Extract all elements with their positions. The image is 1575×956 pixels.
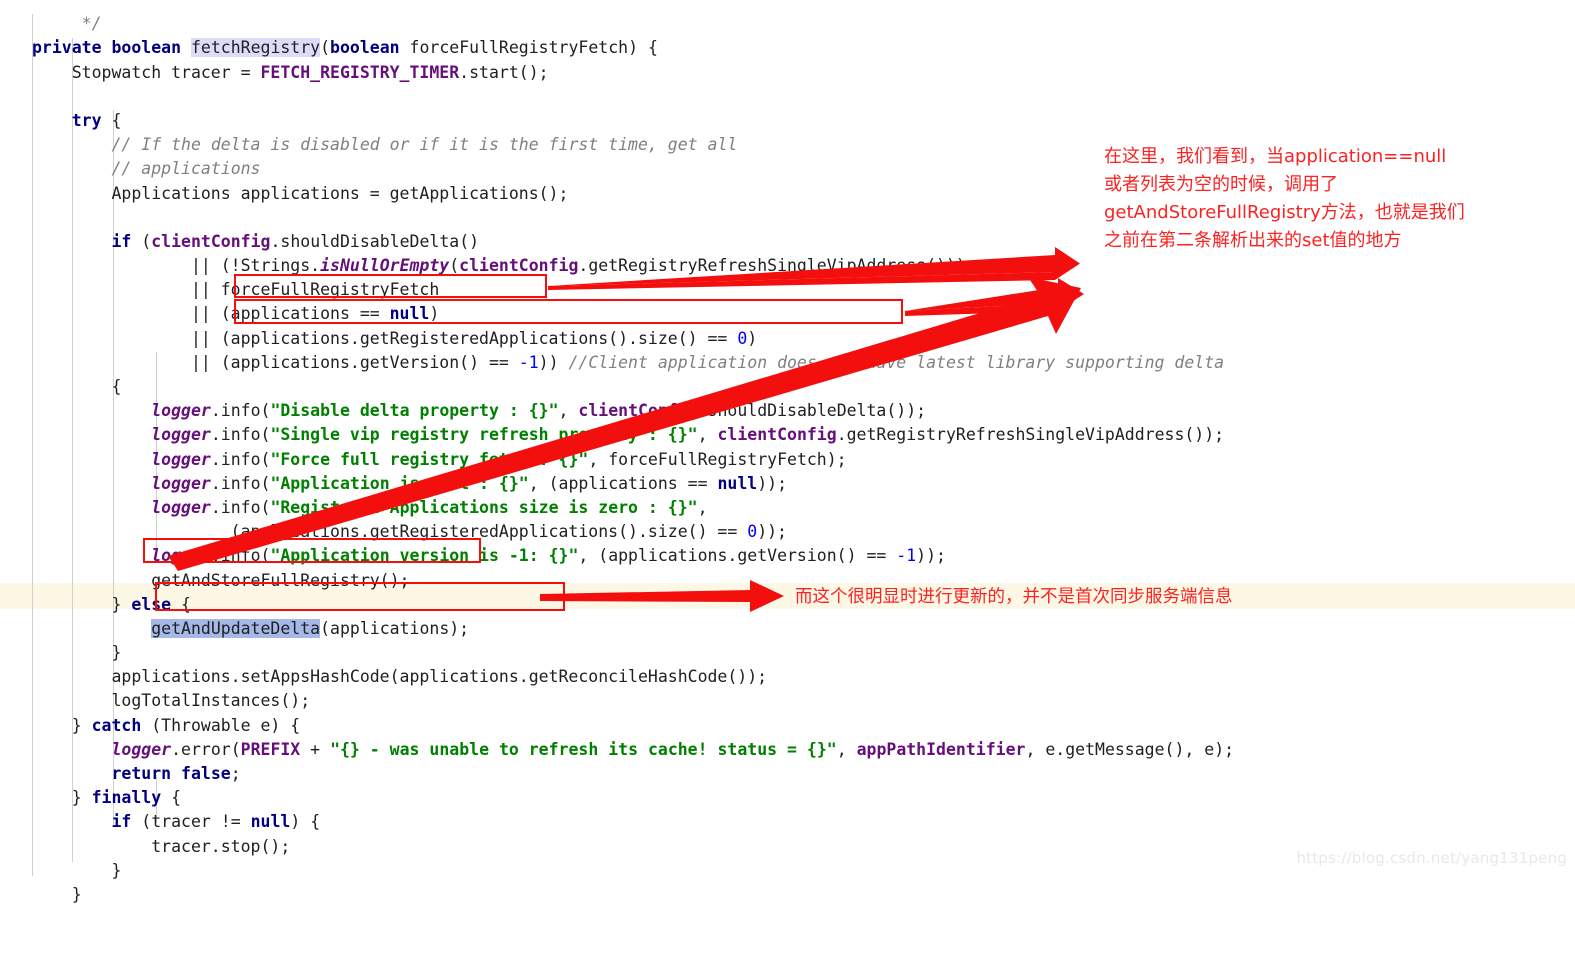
code-line[interactable]: logger.info("Force full registry fetch :… [0, 448, 1575, 472]
code-text[interactable]: */private boolean fetchRegistry(boolean … [0, 0, 1575, 956]
code-line[interactable] [0, 85, 1575, 109]
code-line[interactable]: logger.info("Single vip registry refresh… [0, 423, 1575, 447]
code-line[interactable]: } [0, 883, 1575, 907]
code-line[interactable]: || (!Strings.isNullOrEmpty(clientConfig.… [0, 254, 1575, 278]
code-line[interactable]: } else { [0, 593, 1575, 617]
code-line[interactable]: try { [0, 109, 1575, 133]
code-line[interactable]: logger.info("Registered Applications siz… [0, 496, 1575, 520]
watermark: https://blog.csdn.net/yang131peng [1296, 849, 1567, 867]
code-line[interactable] [0, 206, 1575, 230]
code-line[interactable]: // applications [0, 157, 1575, 181]
code-line[interactable]: Stopwatch tracer = FETCH_REGISTRY_TIMER.… [0, 61, 1575, 85]
code-line[interactable]: Applications applications = getApplicati… [0, 182, 1575, 206]
code-line[interactable]: } catch (Throwable e) { [0, 714, 1575, 738]
code-line[interactable]: private boolean fetchRegistry(boolean fo… [0, 36, 1575, 60]
code-line[interactable]: logger.info("Application version is -1: … [0, 544, 1575, 568]
code-line[interactable]: } finally { [0, 786, 1575, 810]
code-line[interactable]: getAndStoreFullRegistry(); [0, 569, 1575, 593]
code-line[interactable]: if (tracer != null) { [0, 810, 1575, 834]
code-line[interactable]: return false; [0, 762, 1575, 786]
code-line[interactable]: logger.info("Disable delta property : {}… [0, 399, 1575, 423]
code-line[interactable]: || (applications == null) [0, 302, 1575, 326]
code-line[interactable]: } [0, 641, 1575, 665]
code-line[interactable]: if (clientConfig.shouldDisableDelta() [0, 230, 1575, 254]
code-line[interactable]: || (applications.getRegisteredApplicatio… [0, 327, 1575, 351]
code-line[interactable]: logger.info("Application is null : {}", … [0, 472, 1575, 496]
code-line[interactable]: || forceFullRegistryFetch [0, 278, 1575, 302]
code-line[interactable]: logTotalInstances(); [0, 689, 1575, 713]
code-line[interactable]: // If the delta is disabled or if it is … [0, 133, 1575, 157]
code-line[interactable]: */ [0, 12, 1575, 36]
code-line[interactable]: getAndUpdateDelta(applications); [0, 617, 1575, 641]
code-line[interactable]: || (applications.getVersion() == -1)) //… [0, 351, 1575, 375]
code-line[interactable]: applications.setAppsHashCode(application… [0, 665, 1575, 689]
code-line[interactable]: (applications.getRegisteredApplications(… [0, 520, 1575, 544]
code-editor[interactable]: */private boolean fetchRegistry(boolean … [0, 0, 1575, 904]
code-line[interactable]: { [0, 375, 1575, 399]
code-line[interactable]: logger.error(PREFIX + "{} - was unable t… [0, 738, 1575, 762]
